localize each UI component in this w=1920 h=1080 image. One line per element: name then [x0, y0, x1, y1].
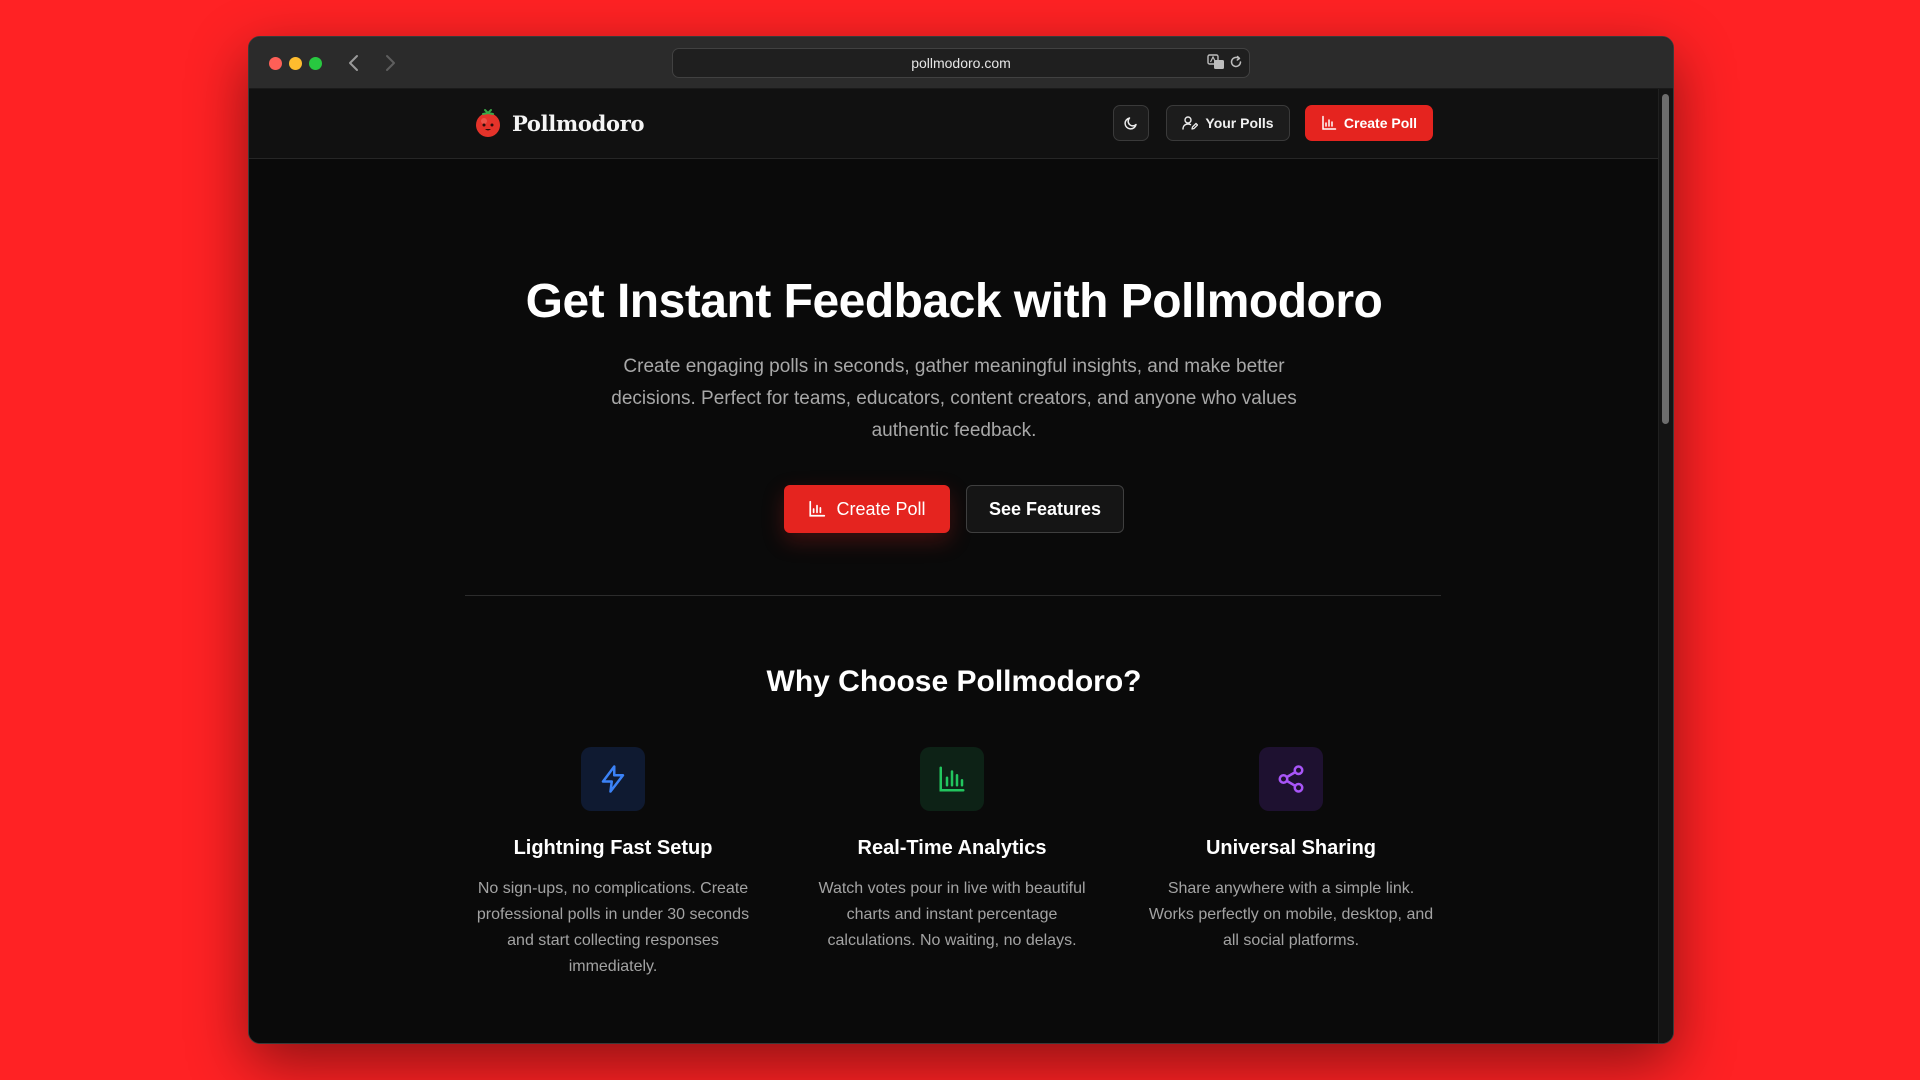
- translate-icon[interactable]: [1207, 54, 1225, 70]
- see-features-label: See Features: [988, 498, 1102, 519]
- feature-title: Universal Sharing: [1205, 837, 1377, 859]
- minimize-window-button[interactable]: [289, 57, 302, 70]
- your-polls-label: Your Polls: [1205, 115, 1274, 131]
- share-icon: [1278, 765, 1304, 793]
- reload-icon[interactable]: [1229, 55, 1243, 69]
- create-poll-hero-label: Create Poll: [836, 498, 926, 519]
- see-features-button[interactable]: See Features: [966, 485, 1124, 533]
- lightning-icon: [601, 765, 625, 793]
- brand-name: Pollmodoro: [512, 110, 645, 136]
- chart-icon: [1322, 115, 1337, 130]
- feature-description: Share anywhere with a simple link. Works…: [1148, 880, 1434, 949]
- user-edit-icon: [1182, 116, 1199, 130]
- feature-title: Real-Time Analytics: [857, 837, 1047, 859]
- create-poll-hero-button[interactable]: Create Poll: [784, 485, 950, 533]
- hero-subtitle: Create engaging polls in seconds, gather…: [611, 356, 1297, 441]
- browser-window: pollmodoro.com Pollmodoro Your Polls Cre…: [248, 36, 1674, 1044]
- moon-icon: [1124, 117, 1137, 130]
- back-arrow-icon[interactable]: [345, 53, 363, 73]
- feature-title: Lightning Fast Setup: [513, 837, 713, 859]
- your-polls-button[interactable]: Your Polls: [1166, 105, 1290, 141]
- page-content: Pollmodoro Your Polls Create Poll Get In…: [249, 89, 1673, 1043]
- chart-icon: [809, 500, 826, 517]
- feature-icon-container: [1259, 747, 1323, 811]
- feature-icon-container: [920, 747, 984, 811]
- theme-toggle-button[interactable]: [1113, 105, 1149, 141]
- feature-icon-container: [581, 747, 645, 811]
- page-scrollbar[interactable]: [1658, 89, 1673, 1043]
- forward-arrow-icon[interactable]: [381, 53, 399, 73]
- close-window-button[interactable]: [269, 57, 282, 70]
- feature-description: No sign-ups, no complications. Create pr…: [476, 880, 750, 975]
- section-divider: [465, 595, 1441, 596]
- hero-title: Get Instant Feedback with Pollmodoro: [525, 275, 1383, 328]
- site-header: Pollmodoro Your Polls Create Poll: [249, 89, 1659, 159]
- tomato-logo-icon: [476, 109, 500, 137]
- maximize-window-button[interactable]: [309, 57, 322, 70]
- scrollbar-thumb[interactable]: [1662, 94, 1669, 424]
- create-poll-nav-button[interactable]: Create Poll: [1305, 105, 1433, 141]
- browser-titlebar: pollmodoro.com: [249, 37, 1673, 89]
- feature-description: Watch votes pour in live with beautiful …: [818, 880, 1086, 949]
- feature-card-analytics: Real-Time Analytics Watch votes pour in …: [802, 747, 1102, 954]
- feature-card-sharing: Universal Sharing Share anywhere with a …: [1141, 747, 1441, 954]
- brand-logo-link[interactable]: Pollmodoro: [473, 105, 644, 141]
- features-section-title: Why Choose Pollmodoro?: [766, 665, 1142, 698]
- feature-card-setup: Lightning Fast Setup No sign-ups, no com…: [463, 747, 763, 980]
- bar-chart-icon: [939, 766, 965, 792]
- create-poll-nav-label: Create Poll: [1343, 115, 1418, 131]
- address-url: pollmodoro.com: [911, 55, 1011, 71]
- address-bar[interactable]: pollmodoro.com: [672, 48, 1250, 78]
